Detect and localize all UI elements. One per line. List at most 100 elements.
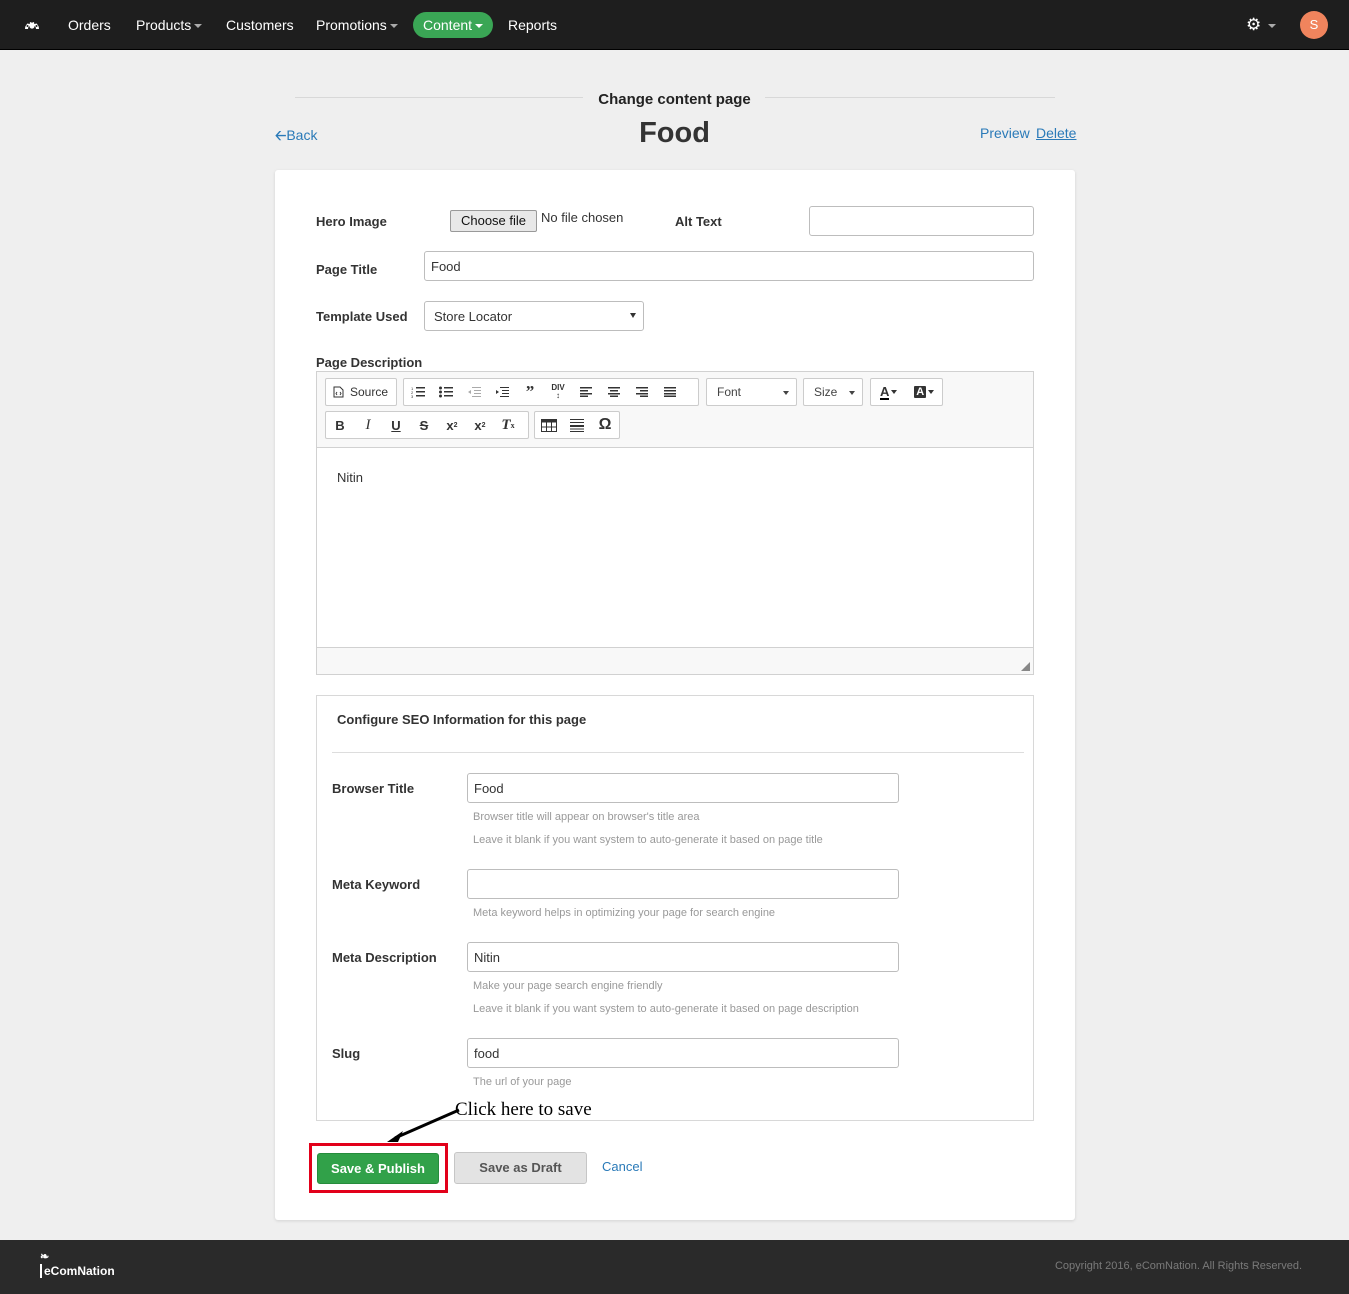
seo-section: Configure SEO Information for this page … [316,695,1034,1121]
font-select[interactable]: Font [706,378,797,406]
text-color-icon: A [880,383,890,400]
svg-text:3: 3 [411,394,414,398]
save-publish-button[interactable]: Save & Publish [317,1153,439,1184]
template-label: Template Used [316,309,408,324]
align-left-icon[interactable] [572,379,600,405]
slug-label: Slug [332,1046,361,1061]
toolbar-paragraph-group: 123 ” DIV ↕ [403,378,699,406]
indent-icon[interactable] [488,379,516,405]
chevron-down-icon [194,24,203,29]
toolbar-insert-group: Ω [534,411,620,439]
cancel-button[interactable]: Cancel [602,1159,642,1174]
text-color-button[interactable]: A [871,379,907,405]
settings-menu[interactable]: ⚙ [1246,0,1277,50]
table-icon[interactable] [535,412,563,438]
dashboard-icon[interactable] [24,0,40,50]
source-label: Source [350,385,389,399]
source-button[interactable]: Source [326,379,396,405]
back-label: Back [286,127,318,143]
chevron-down-icon [783,391,789,395]
footer-logo-text: eComNation [40,1264,115,1278]
nav-reports[interactable]: Reports [508,0,557,50]
meta-keyword-label: Meta Keyword [332,877,421,892]
arrow-left-icon: 🡠 [275,127,287,143]
alt-text-input[interactable] [809,206,1034,236]
annotation-text: Click here to save [455,1099,592,1120]
size-select[interactable]: Size [803,378,863,406]
meta-description-label: Meta Description [332,950,437,965]
meta-keyword-help: Meta keyword helps in optimizing your pa… [473,907,776,919]
nav-products-label: Products [136,17,192,33]
subscript-icon[interactable]: x2 [438,412,466,438]
choose-file-button[interactable]: Choose file [450,210,537,232]
chevron-down-icon [475,24,484,29]
superscript-icon[interactable]: x2 [466,412,494,438]
nav-content[interactable]: Content [413,12,494,38]
gear-icon: ⚙ [1246,15,1262,34]
editor-content-area[interactable]: Nitin [317,447,1033,648]
numbered-list-icon[interactable]: 123 [404,379,432,405]
nav-promotions[interactable]: Promotions [316,0,398,50]
meta-description-input[interactable]: Nitin [467,942,899,972]
page-title: Food [639,117,710,149]
chevron-down-icon [1268,24,1277,29]
blockquote-icon[interactable]: ” [516,379,544,405]
align-right-icon[interactable] [628,379,656,405]
size-select-label: Size [814,385,838,399]
align-justify-icon[interactable] [656,379,684,405]
template-select-value: Store Locator [434,308,513,324]
browser-title-input[interactable]: Food [467,773,899,803]
background-color-icon: A [914,386,927,398]
toolbar-source-group: Source [325,378,397,406]
browser-title-label: Browser Title [332,781,415,796]
seo-section-title: Configure SEO Information for this page [337,712,587,727]
alt-text-label: Alt Text [675,214,722,229]
remove-format-icon[interactable]: Tx [494,412,522,438]
footer: ❧ eComNation Copyright 2016, eComNation.… [0,1240,1349,1294]
nav-orders[interactable]: Orders [68,0,111,50]
resize-handle-icon[interactable] [1021,662,1030,671]
align-center-icon[interactable] [600,379,628,405]
nav-products[interactable]: Products [136,0,203,50]
back-link[interactable]: 🡠Back [275,125,317,149]
slug-help: The url of your page [473,1076,572,1088]
italic-icon[interactable]: I [354,412,382,438]
chevron-down-icon [849,391,855,395]
browser-title-help-1: Browser title will appear on browser's t… [473,811,700,823]
outdent-icon[interactable] [460,379,488,405]
special-character-icon[interactable]: Ω [591,412,619,438]
sprout-icon: ❧ [40,1251,50,1263]
browser-title-help-2: Leave it blank if you want system to aut… [473,834,823,846]
div-container-icon[interactable]: DIV ↕ [544,379,572,405]
top-navbar: Orders Products Customers Promotions Con… [0,0,1349,50]
slug-input[interactable]: food [467,1038,899,1068]
page-title-label: Page Title [316,262,378,277]
content-form-card: Hero Image Choose file No file chosen Al… [275,170,1075,1220]
preview-link[interactable]: Preview [980,125,1030,141]
chevron-down-icon [928,390,935,394]
page-subtitle: Change content page [598,91,751,108]
select-arrow-icon [630,313,636,318]
page-title-input[interactable]: Food [424,251,1034,281]
save-draft-button[interactable]: Save as Draft [454,1152,587,1184]
template-select[interactable]: Store Locator [424,301,644,331]
avatar[interactable]: S [1300,11,1328,39]
toolbar-color-group: A A [870,378,943,406]
nav-customers[interactable]: Customers [226,0,294,50]
font-select-label: Font [717,385,742,399]
bulleted-list-icon[interactable] [432,379,460,405]
seo-divider [332,752,1024,753]
annotation-arrow-icon [387,1108,460,1142]
background-color-button[interactable]: A [907,379,943,405]
strikethrough-icon[interactable]: S [410,412,438,438]
meta-keyword-input[interactable] [467,869,899,899]
underline-icon[interactable]: U [382,412,410,438]
bold-icon[interactable]: B [326,412,354,438]
rich-text-editor: Source 123 ” DIV ↕ Font Size A A B I U S … [316,371,1034,675]
description-label: Page Description [316,355,423,370]
horizontal-line-icon[interactable] [563,412,591,438]
delete-link[interactable]: Delete [1036,125,1076,141]
toolbar-format-group: B I U S x2 x2 Tx [325,411,529,439]
footer-copyright: Copyright 2016, eComNation. All Rights R… [1054,1260,1302,1272]
footer-logo[interactable]: ❧ eComNation [40,1251,115,1278]
